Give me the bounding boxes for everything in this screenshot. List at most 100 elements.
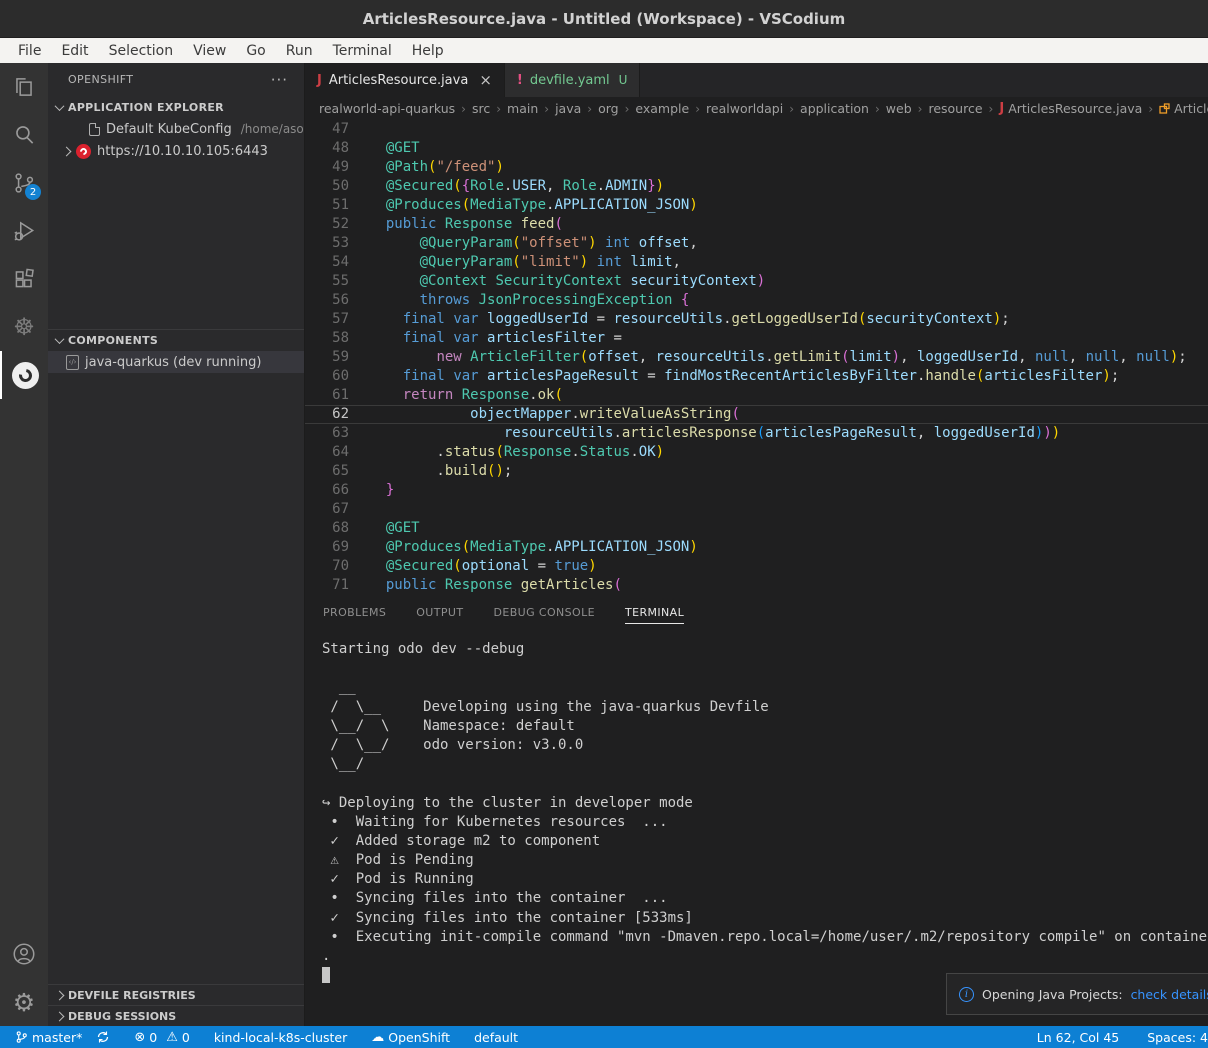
tab-debug-console[interactable]: DEBUG CONSOLE [493,600,595,623]
editor-tab-strip: J ArticlesResource.java × ! devfile.yaml… [305,63,1208,97]
section-components[interactable]: COMPONENTS [48,329,304,351]
menu-file[interactable]: File [10,41,49,61]
openshift-icon[interactable] [0,351,48,399]
notification-toast[interactable]: i Opening Java Projects: check details [946,973,1208,1015]
code-line[interactable]: 59 new ArticleFilter(offset, resourceUti… [305,348,1208,367]
check-details-link[interactable]: check details [1131,987,1208,1002]
namespace-status[interactable]: default [467,1026,525,1048]
menu-run[interactable]: Run [278,41,321,61]
menu-go[interactable]: Go [238,41,273,61]
breadcrumb-item[interactable]: realworld-api-quarkus [319,101,455,116]
code-line[interactable]: 53 @QueryParam("offset") int offset, [305,234,1208,253]
line-number: 61 [305,386,349,405]
menu-edit[interactable]: Edit [53,41,96,61]
tree-item-default-kubeconfig[interactable]: Default KubeConfig /home/aso... [48,118,304,140]
indentation-status[interactable]: Spaces: 4 [1140,1026,1208,1048]
tab-terminal[interactable]: TERMINAL [625,600,684,624]
breadcrumb-item[interactable]: main [507,101,538,116]
code-line[interactable]: 51 @Produces(MediaType.APPLICATION_JSON) [305,196,1208,215]
breadcrumb-item[interactable]: java [555,101,581,116]
breadcrumb-item[interactable]: example [635,101,689,116]
code-line[interactable]: 70 @Secured(optional = true) [305,557,1208,576]
code-line[interactable]: 54 @QueryParam("limit") int limit, [305,253,1208,272]
code-line[interactable]: 64 .status(Response.Status.OK) [305,443,1208,462]
run-and-debug-icon[interactable] [0,207,48,255]
title-bar: ArticlesResource.java - Untitled (Worksp… [0,0,1208,38]
code-line[interactable]: 65 .build(); [305,462,1208,481]
line-number: 50 [305,177,349,196]
code-line[interactable]: 66 } [305,481,1208,500]
terminal-line: __ [322,678,1208,697]
problems-status[interactable]: ⊗ 0 ⚠ 0 [127,1026,196,1048]
info-icon: i [959,987,974,1002]
breadcrumb-item[interactable]: ArticlesReso [1159,101,1208,116]
code-line[interactable]: 50 @Secured({Role.USER, Role.ADMIN}) [305,177,1208,196]
close-icon[interactable]: × [479,71,492,89]
breadcrumb-item[interactable]: application [800,101,869,116]
code-line[interactable]: 56 throws JsonProcessingException { [305,291,1208,310]
account-icon[interactable] [0,930,48,978]
terminal-line: ✓ Syncing files into the container [533m… [322,909,1208,928]
breadcrumb-item[interactable]: org [598,101,619,116]
code-line[interactable]: 48 @GET [305,139,1208,158]
tree-item-cluster-url[interactable]: https://10.10.10.105:6443 [48,140,304,162]
menu-view[interactable]: View [185,41,234,61]
openshift-status[interactable]: ☁ OpenShift [364,1026,457,1048]
warning-icon: ⚠ [166,1031,178,1044]
extensions-icon[interactable] [0,255,48,303]
notification-message: Opening Java Projects: [982,987,1123,1002]
breadcrumb-item[interactable]: web [886,101,912,116]
cluster-status[interactable]: kind-local-k8s-cluster [207,1026,354,1048]
tab-devfile-yaml[interactable]: ! devfile.yaml U [505,63,641,97]
code-editor[interactable]: 4748 @GET49 @Path("/feed")50 @Secured({R… [305,120,1208,595]
menu-selection[interactable]: Selection [101,41,182,61]
search-icon[interactable] [0,111,48,159]
code-line[interactable]: 61 return Response.ok( [305,386,1208,405]
terminal-output[interactable]: Starting odo dev --debug __ / \__ Develo… [305,628,1208,1026]
line-number: 52 [305,215,349,234]
cursor-position-status[interactable]: Ln 62, Col 45 [1030,1026,1126,1048]
section-debug-sessions[interactable]: DEBUG SESSIONS [48,1005,304,1026]
breadcrumb-item[interactable]: resource [928,101,982,116]
menu-help[interactable]: Help [404,41,452,61]
line-number: 57 [305,310,349,329]
line-number: 60 [305,367,349,386]
tree-item-java-quarkus[interactable]: ‹/› java-quarkus (dev running) [48,351,304,373]
tab-problems[interactable]: PROBLEMS [323,600,386,623]
code-line[interactable]: 67 [305,500,1208,519]
line-number: 71 [305,576,349,595]
section-devfile-registries[interactable]: DEVFILE REGISTRIES [48,984,304,1005]
more-actions-icon[interactable]: ··· [271,71,288,89]
breadcrumb-separator: › [496,102,501,116]
code-line[interactable]: 62 objectMapper.writeValueAsString( [305,405,1208,424]
menu-terminal[interactable]: Terminal [325,41,400,61]
code-line[interactable]: 69 @Produces(MediaType.APPLICATION_JSON) [305,538,1208,557]
code-line[interactable]: 52 public Response feed( [305,215,1208,234]
code-line[interactable]: 49 @Path("/feed") [305,158,1208,177]
code-line[interactable]: 71 public Response getArticles( [305,576,1208,595]
line-number: 65 [305,462,349,481]
code-line[interactable]: 47 [305,120,1208,139]
breadcrumb-item[interactable]: src [472,101,490,116]
code-line[interactable]: 57 final var loggedUserId = resourceUtil… [305,310,1208,329]
line-number: 48 [305,139,349,158]
git-branch-status[interactable]: master* [8,1026,89,1048]
tab-output[interactable]: OUTPUT [416,600,463,623]
breadcrumb: realworld-api-quarkus›src›main›java›org›… [305,97,1208,120]
sync-button[interactable] [89,1026,117,1048]
line-number: 69 [305,538,349,557]
code-line[interactable]: 60 final var articlesPageResult = findMo… [305,367,1208,386]
source-control-icon[interactable]: 2 [0,159,48,207]
tab-articlesresource-java[interactable]: J ArticlesResource.java × [305,63,505,97]
settings-gear-icon[interactable]: ⚙ [0,978,48,1026]
code-line[interactable]: 63 resourceUtils.articlesResponse(articl… [305,424,1208,443]
breadcrumb-item[interactable]: realworldapi [706,101,783,116]
explorer-icon[interactable] [0,63,48,111]
breadcrumb-item[interactable]: JArticlesResource.java [999,101,1142,116]
section-application-explorer[interactable]: APPLICATION EXPLORER [48,96,304,118]
code-line[interactable]: 55 @Context SecurityContext securityCont… [305,272,1208,291]
kubernetes-icon[interactable]: ☸ [0,303,48,351]
code-line[interactable]: 68 @GET [305,519,1208,538]
code-line[interactable]: 58 final var articlesFilter = [305,329,1208,348]
menu-bar: File Edit Selection View Go Run Terminal… [0,38,1208,63]
